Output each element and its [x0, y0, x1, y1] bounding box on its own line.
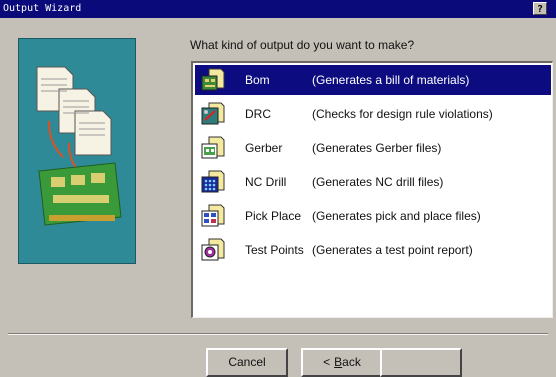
output-name: Test Points: [245, 243, 304, 257]
output-name: Pick Place: [245, 209, 302, 223]
wizard-illustration: [18, 38, 136, 264]
next-button[interactable]: [380, 348, 462, 377]
list-item-drc[interactable]: DRC (Checks for design rule violations): [195, 99, 551, 129]
documents-to-board-icon: [36, 66, 122, 226]
output-description: (Generates a test point report): [312, 243, 473, 257]
nc-drill-icon: [201, 170, 225, 193]
output-name: Bom: [245, 73, 270, 87]
cancel-button[interactable]: Cancel: [206, 348, 288, 377]
output-name: Gerber: [245, 141, 283, 155]
button-divider: [8, 333, 548, 335]
list-item-nc-drill[interactable]: NC Drill (Generates NC drill files): [195, 167, 551, 197]
title-bar: Output Wizard ?: [0, 0, 556, 18]
help-button[interactable]: ?: [533, 2, 547, 15]
output-type-list[interactable]: Bom (Generates a bill of materials) DRC …: [191, 61, 553, 318]
output-name: NC Drill: [245, 175, 287, 189]
output-description: (Checks for design rule violations): [312, 107, 493, 121]
output-description: (Generates NC drill files): [312, 175, 444, 189]
list-item-test-points[interactable]: Test Points (Generates a test point repo…: [195, 235, 551, 265]
list-item-bom[interactable]: Bom (Generates a bill of materials): [195, 65, 551, 95]
back-label: ack: [342, 355, 361, 369]
output-description: (Generates Gerber files): [312, 141, 442, 155]
output-description: (Generates pick and place files): [312, 209, 481, 223]
back-chevron: <: [323, 355, 331, 369]
output-description: (Generates a bill of materials): [312, 73, 470, 87]
back-button[interactable]: < Back: [301, 348, 383, 377]
back-hotkey: B: [334, 355, 343, 369]
gerber-icon: [201, 136, 225, 159]
list-item-pick-place[interactable]: Pick Place (Generates pick and place fil…: [195, 201, 551, 231]
window-title: Output Wizard: [3, 3, 82, 14]
test-points-icon: [201, 238, 225, 261]
pick-place-icon: [201, 204, 225, 227]
output-name: DRC: [245, 107, 271, 121]
drc-icon: [201, 102, 225, 125]
list-item-gerber[interactable]: Gerber (Generates Gerber files): [195, 133, 551, 163]
bom-icon: [201, 68, 225, 91]
wizard-prompt: What kind of output do you want to make?: [190, 38, 415, 52]
